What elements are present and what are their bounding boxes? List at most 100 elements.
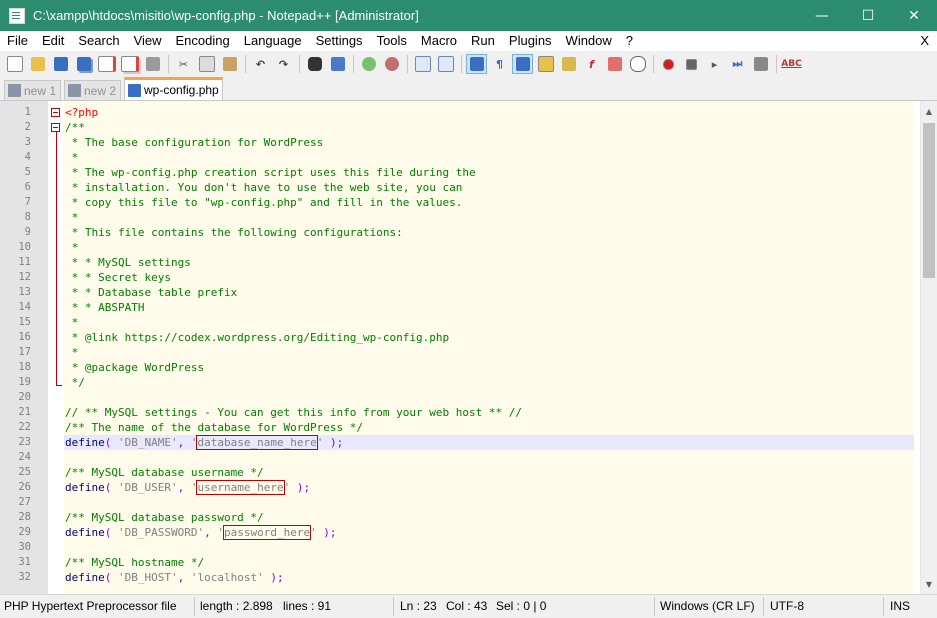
menu-language[interactable]: Language: [237, 31, 309, 51]
spell-check-icon[interactable]: ABC: [781, 54, 802, 74]
code-line[interactable]: 22 /** The name of the database for WordP…: [0, 420, 914, 435]
minimize-button[interactable]: —: [799, 0, 845, 31]
find-icon[interactable]: [304, 54, 325, 74]
menu-help[interactable]: ?: [619, 31, 640, 51]
code-text: *: [65, 151, 79, 164]
code-text: *: [65, 211, 79, 224]
menu-encoding[interactable]: Encoding: [169, 31, 237, 51]
code-line[interactable]: 21 // ** MySQL settings - You can get thi…: [0, 405, 914, 420]
zoom-out-icon[interactable]: [381, 54, 402, 74]
code-line[interactable]: 32 define( 'DB_HOST', 'localhost' );: [0, 570, 914, 585]
user-language-icon[interactable]: [535, 54, 556, 74]
code-line[interactable]: 8 *: [0, 210, 914, 225]
save-macro-icon[interactable]: [750, 54, 771, 74]
code-line[interactable]: 30: [0, 540, 914, 555]
undo-icon[interactable]: ↶: [250, 54, 271, 74]
config-value[interactable]: 'localhost': [191, 571, 264, 584]
code-line[interactable]: 11 * * MySQL settings: [0, 255, 914, 270]
monitor-icon[interactable]: [627, 54, 648, 74]
tab-new-2[interactable]: new 2: [64, 80, 121, 100]
close-document-button[interactable]: X: [920, 31, 929, 51]
vertical-scrollbar[interactable]: ▲ ▼: [920, 101, 937, 594]
code-line[interactable]: 27: [0, 495, 914, 510]
code-punct: (: [104, 436, 118, 449]
code-line[interactable]: 15 *: [0, 315, 914, 330]
sync-vertical-icon[interactable]: [412, 54, 433, 74]
config-value[interactable]: database_name_here: [196, 435, 318, 450]
print-icon[interactable]: [142, 54, 163, 74]
menu-run[interactable]: Run: [464, 31, 502, 51]
cut-icon[interactable]: ✂: [173, 54, 194, 74]
code-line[interactable]: 14 * * ABSPATH: [0, 300, 914, 315]
code-line[interactable]: 23 define( 'DB_NAME', 'database_name_here…: [0, 435, 914, 450]
maximize-button[interactable]: ☐: [845, 0, 891, 31]
config-value[interactable]: password_here: [222, 525, 312, 540]
menu-file[interactable]: File: [0, 31, 35, 51]
code-line[interactable]: 18 * @package WordPress: [0, 360, 914, 375]
code-line[interactable]: 25 /** MySQL database username */: [0, 465, 914, 480]
code-line[interactable]: 5 * The wp-config.php creation script us…: [0, 165, 914, 180]
play-macro-icon[interactable]: ▸: [704, 54, 725, 74]
function-list-icon[interactable]: f: [581, 54, 602, 74]
code-line[interactable]: 24: [0, 450, 914, 465]
close-window-button[interactable]: ✕: [891, 0, 937, 31]
code-line[interactable]: 6 * installation. You don't have to use …: [0, 180, 914, 195]
code-line[interactable]: 12 * * Secret keys: [0, 270, 914, 285]
line-number: 16: [18, 331, 31, 343]
code-line[interactable]: 2 /**: [0, 120, 914, 135]
doc-map-icon[interactable]: [558, 54, 579, 74]
close-all-icon[interactable]: [119, 54, 140, 74]
menu-macro[interactable]: Macro: [414, 31, 464, 51]
menu-plugins[interactable]: Plugins: [502, 31, 559, 51]
code-line[interactable]: 16 * @link https://codex.wordpress.org/E…: [0, 330, 914, 345]
show-all-chars-icon[interactable]: ¶: [489, 54, 510, 74]
code-line[interactable]: 31 /** MySQL hostname */: [0, 555, 914, 570]
scroll-up-arrow-icon[interactable]: ▲: [921, 103, 937, 119]
code-text: * installation. You don't have to use th…: [65, 181, 463, 194]
editor-area[interactable]: 1 <?php 2/** 3 * The base configuration for…: [0, 100, 937, 594]
open-file-icon[interactable]: [27, 54, 48, 74]
code-line[interactable]: 28 /** MySQL database password */: [0, 510, 914, 525]
code-punct: );: [323, 436, 344, 449]
menu-settings[interactable]: Settings: [309, 31, 370, 51]
code-line[interactable]: 26 define( 'DB_USER', 'username_here' );: [0, 480, 914, 495]
save-icon[interactable]: [50, 54, 71, 74]
paste-icon[interactable]: [219, 54, 240, 74]
copy-icon[interactable]: [196, 54, 217, 74]
code-line[interactable]: 9 * This file contains the following con…: [0, 225, 914, 240]
scroll-down-arrow-icon[interactable]: ▼: [921, 576, 937, 592]
menu-view[interactable]: View: [127, 31, 169, 51]
stop-record-icon[interactable]: [681, 54, 702, 74]
menu-window[interactable]: Window: [559, 31, 619, 51]
code-line[interactable]: 20: [0, 390, 914, 405]
config-value[interactable]: username_here: [196, 480, 285, 495]
folder-workspace-icon[interactable]: [604, 54, 625, 74]
new-file-icon[interactable]: [4, 54, 25, 74]
record-macro-icon[interactable]: [658, 54, 679, 74]
replace-icon[interactable]: [327, 54, 348, 74]
menu-edit[interactable]: Edit: [35, 31, 71, 51]
sync-horizontal-icon[interactable]: [435, 54, 456, 74]
menu-search[interactable]: Search: [71, 31, 126, 51]
code-line[interactable]: 19 */: [0, 375, 914, 390]
save-all-icon[interactable]: [73, 54, 94, 74]
code-line[interactable]: 4 *: [0, 150, 914, 165]
tab-label: new 2: [84, 83, 117, 98]
code-line[interactable]: 1 <?php: [0, 105, 914, 120]
code-line[interactable]: 3 * The base configuration for WordPress: [0, 135, 914, 150]
indent-guide-icon[interactable]: [512, 54, 533, 74]
zoom-in-icon[interactable]: [358, 54, 379, 74]
redo-icon[interactable]: ↷: [273, 54, 294, 74]
tab-wp-config[interactable]: wp-config.php: [124, 77, 223, 100]
run-multiple-icon[interactable]: ⏭: [727, 54, 748, 74]
code-line[interactable]: 29 define( 'DB_PASSWORD', 'password_here'…: [0, 525, 914, 540]
code-line[interactable]: 10 *: [0, 240, 914, 255]
close-icon[interactable]: [96, 54, 117, 74]
code-line[interactable]: 7 * copy this file to "wp-config.php" an…: [0, 195, 914, 210]
word-wrap-icon[interactable]: [466, 54, 487, 74]
scrollbar-thumb[interactable]: [923, 123, 935, 278]
menu-tools[interactable]: Tools: [370, 31, 414, 51]
code-line[interactable]: 17 *: [0, 345, 914, 360]
code-line[interactable]: 13 * * Database table prefix: [0, 285, 914, 300]
tab-new-1[interactable]: new 1: [4, 80, 61, 100]
